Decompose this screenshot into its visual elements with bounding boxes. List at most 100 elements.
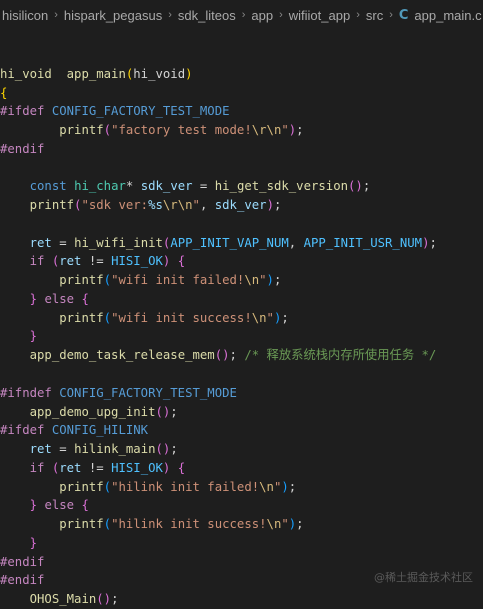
code-token: #ifdef <box>0 104 45 119</box>
code-token: HISI_OK <box>111 460 163 475</box>
code-line: #ifdef CONFIG_FACTORY_TEST_MODE <box>0 102 437 121</box>
code-token: ( <box>103 310 112 325</box>
code-token: { <box>177 460 186 475</box>
breadcrumb-file-name[interactable]: app_main.c <box>414 8 481 23</box>
code-token: } <box>29 498 38 513</box>
code-token: HISI_OK <box>111 254 163 269</box>
code-line: if (ret != HISI_OK) { <box>0 252 437 271</box>
breadcrumb-item[interactable]: app <box>251 8 273 23</box>
code-token: } <box>29 329 38 344</box>
code-line: hi_void app_main(hi_void) <box>0 65 437 84</box>
code-token: #endif <box>0 573 45 588</box>
code-token: ( <box>103 517 112 532</box>
code-token: sdk_ver <box>140 179 193 194</box>
code-line: if (ret != HISI_OK) { <box>0 459 437 478</box>
code-token: ; <box>170 442 178 457</box>
code-line: printf("sdk ver:%s\r\n", sdk_ver); <box>0 196 437 215</box>
code-token: { <box>81 498 89 513</box>
code-line: ret = hi_wifi_init(APP_INIT_VAP_NUM, APP… <box>0 234 437 253</box>
code-token: printf <box>59 310 104 325</box>
code-token: ; <box>111 592 119 607</box>
code-token: if <box>29 460 45 475</box>
code-token: \r\n <box>251 123 282 138</box>
code-token: ( <box>103 479 112 494</box>
code-token: "sdk ver: <box>81 198 149 213</box>
watermark: @稀土掘金技术社区 <box>374 571 473 584</box>
code-editor[interactable]: hi_void app_main(hi_void){#ifdef CONFIG_… <box>0 46 437 609</box>
code-token: != <box>81 460 112 475</box>
code-token: () <box>96 592 112 607</box>
code-token: ; <box>362 179 371 194</box>
code-token: "hilink init failed! <box>111 479 260 494</box>
code-line: printf("wifi init success!\n"); <box>0 309 437 328</box>
code-line: printf("wifi init failed!\n"); <box>0 271 437 290</box>
breadcrumb-item[interactable]: hispark_pegasus <box>64 8 162 23</box>
code-token: { <box>0 85 8 100</box>
code-token: ( <box>103 273 112 288</box>
code-token: ret <box>59 254 82 269</box>
code-token: ) <box>266 273 274 288</box>
code-token: " <box>192 198 200 213</box>
code-token: , <box>288 235 304 250</box>
code-token: CONFIG_FACTORY_TEST_MODE <box>51 385 237 400</box>
code-token: "wifi init success! <box>111 310 252 325</box>
chevron-right-icon: › <box>241 9 246 21</box>
breadcrumb-item[interactable]: hisilicon <box>2 8 48 23</box>
code-token: APP_INIT_VAP_NUM <box>170 235 289 250</box>
code-token: if <box>29 254 45 269</box>
code-token: " <box>259 273 267 288</box>
code-token: ; <box>296 517 304 532</box>
code-line: app_demo_task_release_mem(); /* 释放系统栈内存所… <box>0 346 437 365</box>
code-token: printf <box>59 123 104 138</box>
code-line: } <box>0 327 437 346</box>
code-token: ; <box>273 198 282 213</box>
chevron-right-icon: › <box>54 9 58 21</box>
code-line: #endif <box>0 140 437 159</box>
code-token: () <box>155 404 171 419</box>
code-token: #endif <box>0 141 45 156</box>
code-token: ret <box>29 442 52 457</box>
code-token: printf <box>59 517 104 532</box>
code-token: hilink_main <box>74 442 156 457</box>
code-token: hi_void <box>133 66 186 81</box>
code-token: ) <box>281 479 289 494</box>
code-token: ; <box>296 123 304 138</box>
code-token: ; <box>273 273 282 288</box>
breadcrumb-item[interactable]: src <box>366 8 383 23</box>
code-line: { <box>0 84 437 103</box>
code-line: const hi_char* sdk_ver = hi_get_sdk_vers… <box>0 177 437 196</box>
code-token: " <box>266 310 274 325</box>
code-token: { <box>177 254 186 269</box>
code-token: ) <box>185 66 193 81</box>
code-token: #ifdef <box>0 423 45 438</box>
code-token: hi_wifi_init <box>74 235 163 250</box>
breadcrumb-item[interactable]: wifiiot_app <box>289 8 350 23</box>
code-token: } <box>29 535 38 550</box>
code-token: const <box>29 179 67 194</box>
code-line: #endif <box>0 553 437 572</box>
code-token: () <box>348 179 363 194</box>
code-token: OHOS_Main <box>29 592 97 607</box>
breadcrumb-item[interactable]: sdk_liteos <box>178 8 236 23</box>
code-token: ( <box>103 123 112 138</box>
code-line: #ifndef CONFIG_FACTORY_TEST_MODE <box>0 384 437 403</box>
code-token: " <box>281 517 289 532</box>
code-token: " <box>281 123 289 138</box>
